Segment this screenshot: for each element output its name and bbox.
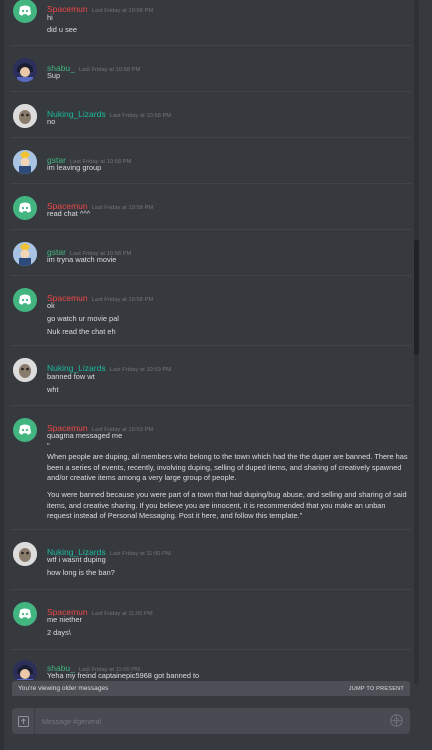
message-text: im leaving group [47,163,102,172]
message-input[interactable] [42,715,372,728]
lizard-avatar-icon [13,104,37,128]
message-paragraph: You were banned because you were part of… [47,490,407,520]
message-composer [12,708,410,734]
message-text: " [47,441,50,450]
character-avatar-icon [13,150,37,174]
message-text: wht [47,385,59,394]
message-text: how long is the ban? [47,568,115,577]
message-paragraph: When people are duping, all members who … [47,452,408,482]
message-group: Spacemun Last Friday at 10:59 PM quagma m… [10,406,412,530]
message-group: Spacemun Last Friday at 10:58 PM hi did u… [10,0,412,46]
upload-button[interactable] [12,708,35,734]
avatar[interactable] [13,358,37,382]
avatar[interactable] [13,418,37,442]
older-messages-bar: You're viewing older messages JUMP TO PR… [12,681,410,696]
message-text: did u see [47,25,77,34]
emoji-icon[interactable] [390,714,403,727]
discord-logo-icon [19,424,31,435]
message-text: hi [47,13,53,22]
message-text: Yeha my freind captainepic5968 got banne… [47,671,200,680]
message-group: Nuking_Lizards Last Friday at 10:58 PM no [10,92,412,138]
message-group: Spacemun Last Friday at 11:00 PM me nieth… [10,590,412,650]
message-group: Spacemun Last Friday at 10:58 PM read cha… [10,184,412,230]
avatar[interactable] [13,288,37,312]
message-text: 2 days\ [47,628,71,637]
lizard-avatar-icon [13,542,37,566]
discord-logo-icon [19,5,31,16]
avatar[interactable] [13,242,37,266]
jump-to-present-button[interactable]: JUMP TO PRESENT [349,686,404,692]
avatar[interactable] [13,0,37,23]
character-avatar-icon [13,242,37,266]
avatar[interactable] [13,150,37,174]
discord-logo-icon [19,202,31,213]
message-text: wtf i wasnt duping [47,555,106,564]
older-messages-text: You're viewing older messages [18,685,109,692]
message-list[interactable]: Spacemun Last Friday at 10:58 PM hi did u… [0,0,420,680]
message-text: no [47,117,56,126]
upload-icon [17,715,29,727]
discord-logo-icon [19,294,31,305]
discord-logo-icon [19,608,31,619]
avatar[interactable] [13,58,37,82]
lizard-avatar-icon [13,358,37,382]
message-group: Nuking_Lizards Last Friday at 11:00 PM wt… [10,530,412,590]
message-text: banned fow wt [47,372,95,381]
message-text: im tryna watch movie [47,255,117,264]
message-text: me niether [47,615,82,624]
avatar[interactable] [13,660,37,680]
avatar[interactable] [13,104,37,128]
anime-avatar-icon [13,58,37,82]
anime-avatar-icon [13,660,37,680]
message-group: Spacemun Last Friday at 10:58 PM ok go wa… [10,276,412,346]
avatar[interactable] [13,602,37,626]
message-group: Nuking_Lizards Last Friday at 10:59 PM ba… [10,346,412,406]
message-text: Nuk read the chat eh [47,327,116,336]
avatar[interactable] [13,196,37,220]
message-group: gstar Last Friday at 10:58 PM im leaving … [10,138,412,184]
message-text: Sup [47,71,61,80]
message-group: shabu_ Last Friday at 10:58 PM Sup [10,46,412,92]
message-text: read chat ^^^ [47,209,91,218]
scrollbar-thumb[interactable] [414,240,419,355]
message-group: shabu_ Last Friday at 11:00 PM Yeha my fr… [10,650,412,680]
message-text: ok [47,301,55,310]
avatar[interactable] [13,542,37,566]
message-group: gstar Last Friday at 10:58 PM im tryna wa… [10,230,412,276]
message-text: go watch ur movie pal [47,314,119,323]
